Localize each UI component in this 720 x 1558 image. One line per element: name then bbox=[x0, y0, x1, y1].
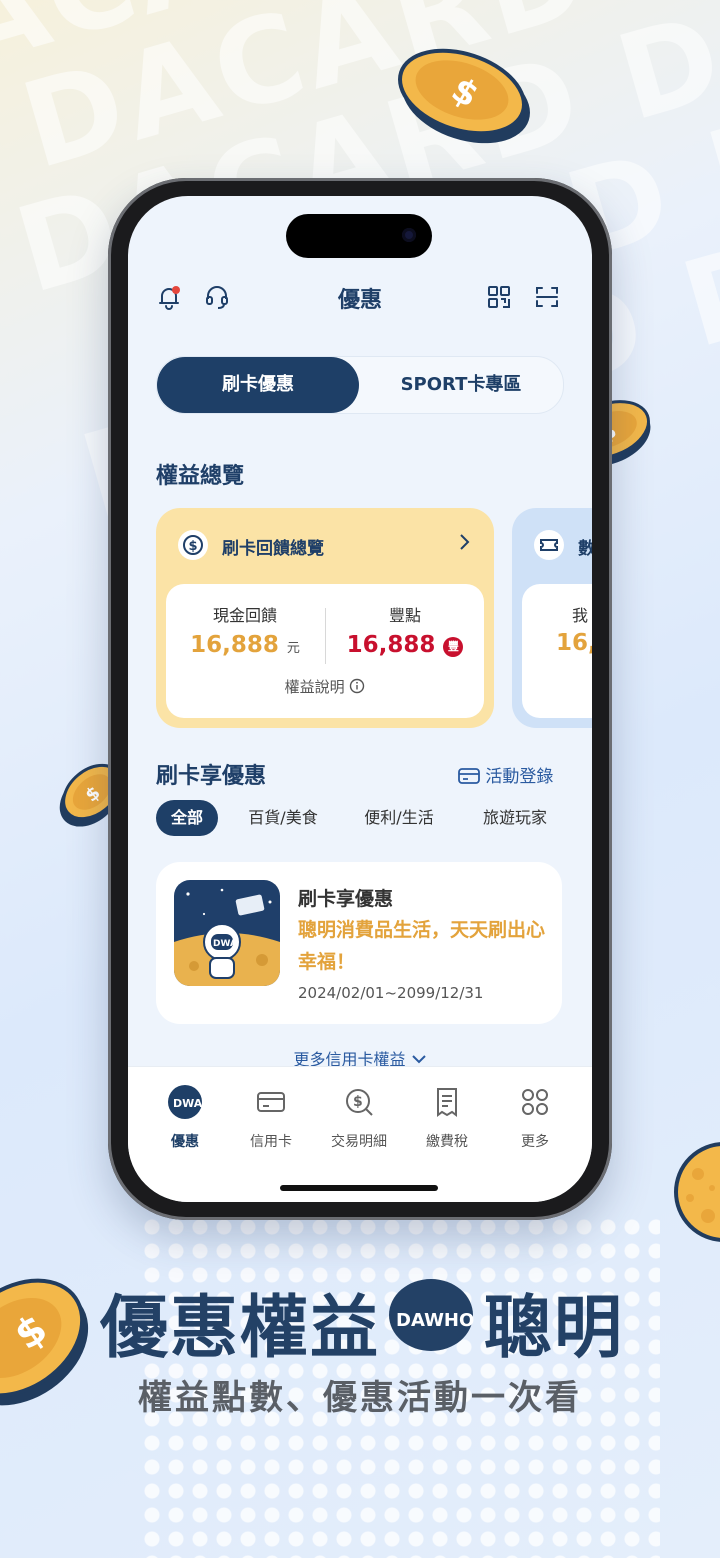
headline-left: 優惠權益 bbox=[100, 1289, 381, 1368]
app-screen: 優惠 刷卡優惠 SPORT卡專區 權益總覽 $ 刷卡回饋總覽 現金回饋 16,8… bbox=[128, 196, 592, 1202]
dollar-search-icon: $ bbox=[346, 1089, 373, 1116]
marketing-headline: 優惠權益 DAWHO 聰明 bbox=[0, 1272, 720, 1368]
info-icon bbox=[350, 678, 365, 694]
tab-offers[interactable]: DWA 優惠 bbox=[140, 1085, 230, 1151]
dawho-logo-icon: DWA bbox=[168, 1085, 203, 1119]
segment-control: 刷卡優惠 SPORT卡專區 bbox=[156, 356, 564, 414]
svg-text:DAWHO: DAWHO bbox=[396, 1310, 474, 1331]
points-label: 豐點 bbox=[388, 606, 421, 625]
event-register-link[interactable]: 活動登錄 bbox=[458, 762, 553, 787]
points-badge: 豐 bbox=[443, 637, 464, 657]
top-header: 優惠 bbox=[128, 278, 592, 318]
credit-card-icon bbox=[257, 1092, 285, 1112]
tab-sport-card[interactable]: SPORT卡專區 bbox=[359, 357, 563, 413]
summary-panel: 我 16, bbox=[522, 584, 592, 718]
moon-coin-icon bbox=[674, 1142, 720, 1242]
cash-rebate-unit: 元 bbox=[286, 641, 300, 656]
dollar-circle-icon: $ bbox=[178, 530, 208, 560]
marketing-subline: 權益點數、優惠活動一次看 bbox=[138, 1378, 582, 1418]
tab-transactions[interactable]: $ 交易明細 bbox=[314, 1085, 404, 1151]
tab-credit-card[interactable]: 信用卡 bbox=[226, 1085, 316, 1151]
chevron-down-icon bbox=[411, 1055, 426, 1064]
home-indicator bbox=[280, 1185, 438, 1191]
tab-more[interactable]: 更多 bbox=[490, 1085, 580, 1151]
promo-title: 刷卡享優惠 bbox=[298, 888, 394, 910]
svg-text:$: $ bbox=[353, 1094, 363, 1110]
card-label: 我 bbox=[572, 606, 589, 625]
chip-all[interactable]: 全部 bbox=[156, 800, 218, 836]
bottom-tab-bar: DWA 優惠 信用卡 $ 交易明細 繳費稅 更多 bbox=[128, 1066, 592, 1202]
chevron-right-icon[interactable] bbox=[456, 532, 472, 552]
svg-text:DWA: DWA bbox=[213, 939, 237, 949]
secondary-summary-card[interactable]: 數 我 16, bbox=[512, 508, 592, 728]
phone-frame: 優惠 刷卡優惠 SPORT卡專區 權益總覽 $ 刷卡回饋總覽 現金回饋 16,8… bbox=[108, 178, 612, 1220]
chip-dept-food[interactable]: 百貨/美食 bbox=[236, 800, 330, 836]
scan-icon[interactable] bbox=[532, 282, 562, 312]
coin-icon: $ bbox=[398, 48, 530, 144]
section-title-overview: 權益總覽 bbox=[156, 464, 245, 489]
qr-code-icon[interactable] bbox=[484, 282, 514, 312]
card-value: 16, bbox=[556, 630, 592, 656]
promo-date: 2024/02/01~2099/12/31 bbox=[298, 984, 484, 1002]
promo-description: 聰明消費品生活，天天刷出心幸福！ bbox=[298, 919, 546, 973]
chip-travel[interactable]: 旅遊玩家 bbox=[468, 800, 562, 836]
svg-text:DWA: DWA bbox=[173, 1097, 202, 1110]
card-register-icon bbox=[458, 768, 480, 784]
cash-rebate-value: 16,888 元 bbox=[190, 632, 300, 658]
tab-card-offers[interactable]: 刷卡優惠 bbox=[157, 357, 359, 413]
card-title: 數 bbox=[578, 539, 592, 559]
grid-dots-icon bbox=[522, 1089, 548, 1115]
camera-icon bbox=[402, 228, 416, 242]
receipt-icon bbox=[437, 1088, 457, 1117]
dawho-logo-icon: DAWHO bbox=[389, 1279, 474, 1351]
tab-bills-taxes[interactable]: 繳費稅 bbox=[402, 1085, 492, 1151]
promo-thumbnail: DWA bbox=[174, 880, 280, 986]
chip-convenience[interactable]: 便利/生活 bbox=[352, 800, 446, 836]
headline-right: 聰明 bbox=[484, 1289, 625, 1368]
benefits-explain-link[interactable]: 權益說明 bbox=[166, 676, 484, 697]
promo-card[interactable]: DWA 刷卡享優惠 聰明消費品生活，天天刷出心幸福！ 2024/02/01~20… bbox=[156, 862, 562, 1024]
dynamic-island bbox=[286, 214, 432, 258]
rewards-panel: 現金回饋 16,888 元 豐點 16,888 豐 權益說明 bbox=[166, 584, 484, 718]
points-value: 16,888 豐 bbox=[326, 632, 484, 658]
page-title: 優惠 bbox=[337, 288, 382, 313]
ticket-icon bbox=[534, 530, 564, 560]
section-title-offers: 刷卡享優惠 bbox=[156, 764, 267, 789]
cash-rebate-label: 現金回饋 bbox=[212, 606, 277, 625]
svg-text:$: $ bbox=[189, 539, 198, 554]
card-title: 刷卡回饋總覽 bbox=[222, 539, 324, 559]
rewards-summary-card[interactable]: $ 刷卡回饋總覽 現金回饋 16,888 元 豐點 16,888 豐 權益說明 bbox=[156, 508, 494, 728]
